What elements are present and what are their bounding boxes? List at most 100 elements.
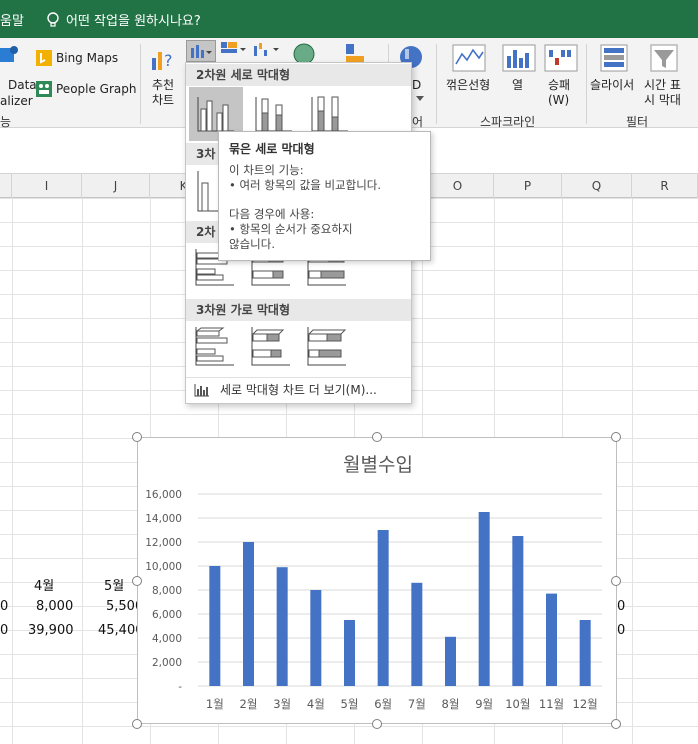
slicer-icon[interactable] [600, 44, 628, 72]
x-tick-label: 1월 [206, 697, 224, 711]
sparkline-column-label[interactable]: 열 [512, 78, 523, 93]
timeline-label-1[interactable]: 시간 표 [644, 78, 681, 93]
bar [310, 590, 322, 686]
bar [546, 593, 557, 686]
more-column-charts-link[interactable]: 세로 막대형 차트 더 보기(M)... [186, 377, 411, 401]
resize-handle-br[interactable] [611, 719, 621, 729]
cell-j-header[interactable]: 5월 [104, 575, 124, 594]
people-graph-button[interactable]: People Graph [36, 81, 137, 97]
tooltip-line-3: 다음 경우에 사용: [229, 207, 315, 221]
cell-i-header[interactable]: 4월 [34, 575, 54, 594]
cell-i-row1[interactable]: 8,000 [36, 599, 73, 614]
tooltip-line-5: 않습니다. [229, 237, 275, 251]
section-3d-column: 3차 [186, 143, 218, 165]
column-header-j[interactable]: J [82, 174, 150, 198]
cell-h-row2[interactable]: 0 [0, 623, 8, 638]
column-header-i[interactable]: I [12, 174, 82, 198]
tooltip-line-1: 이 차트의 기능: [229, 163, 304, 177]
bar [276, 567, 288, 686]
cell-h-row1[interactable]: 0 [0, 599, 8, 614]
3d-100-stacked-bar-icon[interactable] [306, 325, 348, 367]
resize-handle-tr[interactable] [611, 432, 621, 442]
help-tab[interactable]: 움말 [0, 10, 24, 29]
section-2d-column: 2차원 세로 막대형 [186, 64, 411, 86]
y-tick-label: 16,000 [145, 489, 182, 501]
clustered-column-icon [197, 97, 234, 132]
y-tick-label: 10,000 [145, 561, 182, 573]
visio-data-visualizer-icon[interactable] [0, 44, 18, 66]
3d-stacked-bar-icon[interactable] [250, 325, 292, 367]
tell-me-text: 어떤 작업을 원하시나요? [66, 14, 201, 29]
svg-text:?: ? [164, 51, 173, 70]
data-visualizer-label-1: Data [8, 78, 37, 92]
3d-map-label-1: D [412, 78, 422, 92]
x-tick-label: 6월 [374, 697, 392, 711]
column-header-q[interactable]: Q [562, 174, 632, 198]
bar [243, 542, 254, 686]
bar [512, 536, 524, 686]
3d-column-icon[interactable] [196, 169, 220, 213]
sparkline-winloss-icon[interactable] [544, 44, 578, 72]
cell-i-row2[interactable]: 39,900 [28, 623, 74, 638]
y-tick-label: 12,000 [145, 537, 182, 549]
tooltip-title: 묶은 세로 막대형 [229, 142, 315, 156]
resize-handle-ml[interactable] [132, 576, 142, 586]
chevron-down-icon[interactable] [416, 96, 424, 102]
cell-q-row1[interactable]: 0 [617, 599, 625, 614]
slicer-label[interactable]: 슬라이서 [590, 78, 634, 93]
bar [377, 530, 389, 686]
100-stacked-column-icon[interactable] [310, 95, 350, 133]
sparkline-line-icon[interactable] [452, 44, 486, 72]
column-header-o[interactable]: O [422, 174, 494, 198]
x-tick-label: 10월 [505, 697, 530, 711]
waterfall-chart-icon[interactable] [254, 42, 280, 60]
chart-type-tooltip: 묶은 세로 막대형 이 차트의 기능: • 여러 항목의 값을 비교합니다. 다… [218, 131, 431, 261]
people-graph-label: People Graph [56, 82, 137, 96]
bar-chart-svg: - 2,000 4,000 6,000 8,000 10,000 12,000 14,000 1… [145, 489, 602, 711]
y-tick-label: 6,000 [152, 609, 182, 621]
y-tick-label: 4,000 [152, 633, 182, 645]
lightbulb-icon [47, 11, 59, 27]
tell-me-box[interactable]: 어떤 작업을 원하시나요? [46, 10, 201, 29]
timeline-label-2: 시 막대 [644, 93, 681, 107]
y-tick-label: 8,000 [152, 585, 182, 597]
bing-maps-button[interactable]: Bing Maps [36, 50, 118, 66]
x-tick-label: 2월 [240, 697, 258, 711]
title-bar: 움말 어떤 작업을 원하시나요? [0, 0, 698, 38]
section-3d-bar: 3차원 가로 막대형 [186, 299, 411, 321]
recommended-charts-label-2: 차트 [152, 93, 175, 107]
3d-clustered-bar-icon[interactable] [194, 325, 236, 367]
resize-handle-tc[interactable] [372, 432, 382, 442]
section-2d-bar: 2차 [186, 221, 218, 243]
sparkline-line-label[interactable]: 꺾은선형 [446, 78, 490, 93]
hierarchy-chart-icon[interactable] [221, 42, 247, 60]
cell-q-row2[interactable]: 0 [617, 623, 625, 638]
sparkline-winloss-label-1[interactable]: 승패 [548, 78, 570, 93]
resize-handle-bl[interactable] [132, 719, 142, 729]
timeline-icon[interactable] [650, 44, 678, 72]
y-tick-label: - [178, 681, 182, 693]
bar [411, 582, 423, 686]
column-header-r[interactable]: R [632, 174, 698, 198]
bar [209, 566, 221, 686]
stacked-column-icon[interactable] [254, 95, 294, 133]
recommended-charts-label-1: 추천 [152, 78, 175, 92]
column-header-partial[interactable] [0, 174, 12, 198]
x-tick-label: 3월 [273, 697, 291, 711]
resize-handle-tl[interactable] [132, 432, 142, 442]
people-graph-icon [36, 81, 52, 97]
recommended-charts-icon[interactable]: ? [150, 46, 176, 74]
resize-handle-bc[interactable] [372, 719, 382, 729]
bar [344, 620, 355, 686]
column-header-p[interactable]: P [494, 174, 562, 198]
sparkline-column-icon[interactable] [502, 44, 536, 72]
x-tick-label: 9월 [475, 697, 493, 711]
x-tick-label: 11월 [539, 697, 564, 711]
chart-object[interactable]: 월별수입 -2,000 4,000 6,000 8,000 10,000 12,000 14… [137, 437, 617, 724]
y-tick-label: 2,000 [152, 657, 182, 669]
x-tick-label: 8월 [442, 697, 460, 711]
more-column-charts-label: 세로 막대형 차트 더 보기(M)... [220, 383, 377, 397]
data-visualizer-label-2: alizer [0, 94, 33, 108]
resize-handle-mr[interactable] [611, 576, 621, 586]
tooltip-line-2: • 여러 항목의 값을 비교합니다. [229, 178, 382, 192]
